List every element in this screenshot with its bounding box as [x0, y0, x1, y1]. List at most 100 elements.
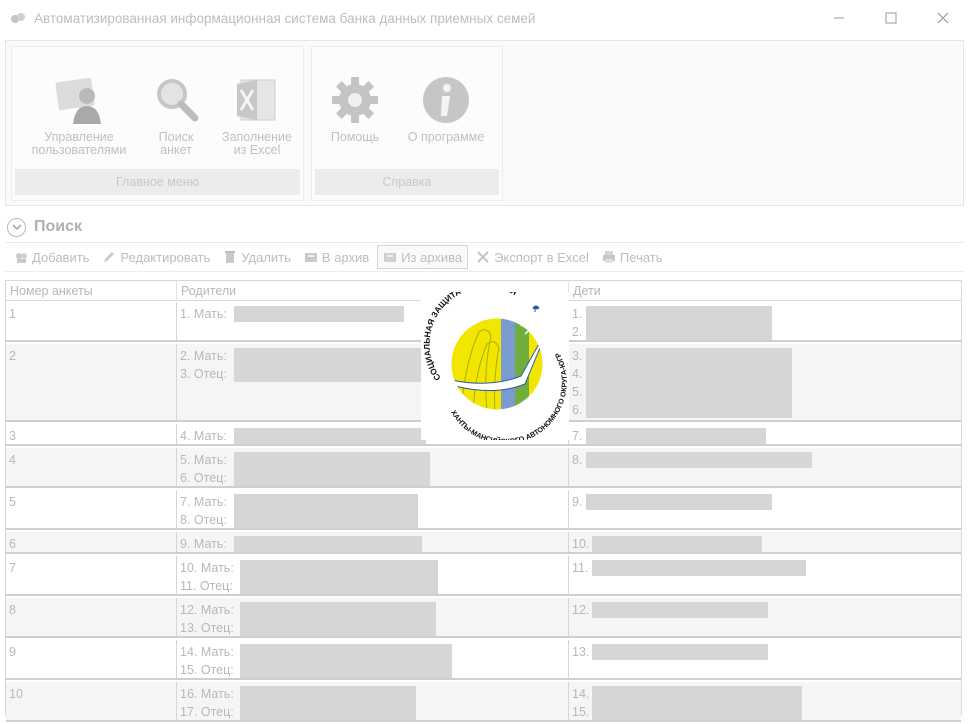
child-entry: 7. [572, 429, 583, 443]
app-icon [11, 13, 25, 23]
redacted-name [240, 560, 438, 594]
parent-entry: 13. Отец: [180, 621, 234, 635]
table-row[interactable]: 5 7. Мать: 8. Отец: 9. [6, 490, 961, 530]
cell-number[interactable]: 8 [6, 598, 177, 636]
redacted-name [240, 686, 416, 720]
parent-entry: 3. Отец: [180, 367, 227, 381]
redacted-name [234, 452, 430, 486]
minimize-button[interactable] [813, 0, 865, 36]
redacted-name [592, 686, 802, 720]
cell-children[interactable]: 9. [569, 490, 961, 528]
help-button[interactable]: Помощь [320, 52, 390, 144]
cell-children[interactable]: 14. 15. [569, 682, 961, 720]
cell-parents[interactable]: 7. Мать: 8. Отец: [177, 490, 569, 528]
parent-entry: 16. Мать: [180, 687, 234, 701]
cell-parents[interactable]: 16. Мать: 17. Отец: [177, 682, 569, 720]
search-forms-button[interactable]: Поиск анкет [144, 52, 208, 157]
export-excel-button[interactable]: Экспорт в Excel [471, 245, 594, 269]
add-label: Добавить [32, 249, 90, 265]
print-button[interactable]: Печать [597, 245, 668, 269]
from-archive-label: Из архива [401, 249, 463, 265]
redacted-name [586, 494, 772, 510]
table-row[interactable]: 6 9. Мать: 10. [6, 532, 961, 554]
add-button[interactable]: Добавить [9, 245, 94, 269]
export-icon [477, 251, 489, 263]
table-row[interactable]: 8 12. Мать: 13. Отец: 12. [6, 598, 961, 638]
parent-entry: 4. Мать: [180, 429, 227, 443]
parent-entry: 11. Отец: [180, 579, 233, 593]
chevron-down-icon[interactable] [7, 217, 26, 237]
manage-users-button[interactable]: Управление пользователями [24, 52, 134, 157]
from-archive-button[interactable]: Из архива [377, 245, 469, 269]
redacted-name [234, 306, 404, 322]
search-icon [157, 79, 199, 122]
gear-icon [332, 77, 378, 123]
cell-number[interactable]: 4 [6, 448, 177, 486]
parent-entry: 15. Отец: [180, 663, 234, 677]
cell-number[interactable]: 3 [6, 424, 177, 444]
redacted-name [586, 428, 766, 444]
parent-entry: 6. Отец: [180, 471, 227, 485]
cell-children[interactable]: 1. 2. [569, 302, 961, 340]
cell-children[interactable]: 12. [569, 598, 961, 636]
cell-number[interactable]: 9 [6, 640, 177, 678]
parent-entry: 7. Мать: [180, 495, 227, 509]
cell-parents[interactable]: 14. Мать: 15. Отец: [177, 640, 569, 678]
child-entry: 14. [572, 687, 590, 701]
close-icon [937, 12, 949, 24]
cell-children[interactable]: 7. [569, 424, 961, 444]
parent-entry: 2. Мать: [180, 349, 227, 363]
table-row[interactable]: 7 10. Мать: 11. Отец: 11. [6, 556, 961, 596]
cell-number[interactable]: 2 [6, 344, 177, 420]
redacted-name [592, 602, 768, 618]
parent-entry: 10. Мать: [180, 561, 234, 575]
edit-label: Редактировать [120, 249, 211, 265]
parent-entry: 14. Мать: [180, 645, 234, 659]
redacted-name [234, 428, 426, 444]
ribbon-group-caption-main: Главное меню [15, 169, 300, 195]
print-icon [602, 251, 615, 263]
edit-button[interactable]: Редактировать [97, 245, 215, 269]
redacted-name [586, 452, 812, 468]
cell-children[interactable]: 11. [569, 556, 961, 594]
search-panel-header[interactable]: Поиск [7, 216, 82, 238]
parent-entry: 12. Мать: [180, 603, 234, 617]
parent-entry: 8. Отец: [180, 513, 227, 527]
cell-parents[interactable]: 9. Мать: [177, 532, 569, 552]
cell-number[interactable]: 1 [6, 302, 177, 340]
column-header-children[interactable]: Дети [569, 281, 961, 301]
print-label: Печать [619, 249, 663, 265]
table-row[interactable]: 10 16. Мать: 17. Отец: 14. 15. [6, 682, 961, 722]
redacted-name [234, 536, 422, 552]
cell-parents[interactable]: 12. Мать: 13. Отец: [177, 598, 569, 636]
redacted-name [592, 560, 806, 576]
child-entry: 5. [572, 385, 583, 399]
minimize-icon [834, 17, 844, 19]
search-panel-title: Поиск [34, 218, 83, 235]
cell-children[interactable]: 3. 4. 5. 6. [569, 344, 961, 420]
to-archive-button[interactable]: В архив [299, 245, 374, 269]
cell-parents[interactable]: 5. Мать: 6. Отец: [177, 448, 569, 486]
cell-number[interactable]: 5 [6, 490, 177, 528]
cell-children[interactable]: 10. [569, 532, 961, 552]
cell-number[interactable]: 6 [6, 532, 177, 552]
table-row[interactable]: 4 5. Мать: 6. Отец: 8. [6, 448, 961, 488]
users-icon [55, 77, 101, 124]
cell-number[interactable]: 7 [6, 556, 177, 594]
cell-parents[interactable]: 10. Мать: 11. Отец: [177, 556, 569, 594]
close-button[interactable] [917, 0, 969, 36]
parent-entry: 5. Мать: [180, 453, 227, 467]
ribbon-group-caption-help: Справка [315, 169, 499, 195]
cell-children[interactable]: 13. [569, 640, 961, 678]
maximize-button[interactable] [865, 0, 917, 36]
cell-children[interactable]: 8. [569, 448, 961, 486]
table-row[interactable]: 9 14. Мать: 15. Отец: 13. [6, 640, 961, 680]
delete-button[interactable]: Удалить [218, 245, 296, 269]
cell-number[interactable]: 10 [6, 682, 177, 720]
column-header-number[interactable]: Номер анкеты [6, 281, 177, 301]
import-excel-button[interactable]: Заполнение из Excel [212, 52, 302, 157]
about-button[interactable]: О программе [398, 52, 494, 144]
excel-icon [237, 79, 276, 121]
parent-entry: 1. Мать: [180, 307, 227, 321]
to-archive-label: В архив [321, 249, 370, 265]
